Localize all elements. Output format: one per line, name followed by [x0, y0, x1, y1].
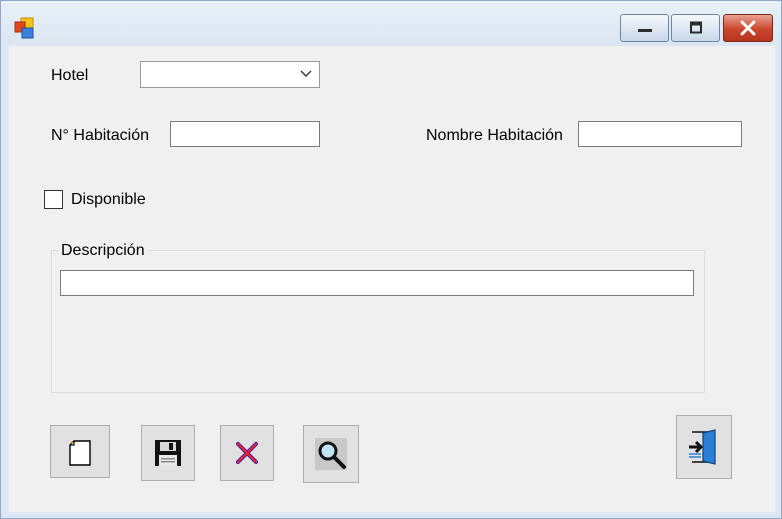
main-window: Hotel N° Habitación Nombre Habitación Di…	[0, 0, 782, 519]
available-checkbox[interactable]	[44, 190, 63, 209]
windows-forms-app-icon	[14, 17, 34, 39]
maximize-button[interactable]	[671, 14, 720, 42]
room-name-input[interactable]	[578, 121, 742, 147]
minimize-button[interactable]	[620, 14, 669, 42]
magnifier-icon	[315, 438, 347, 470]
delete-button[interactable]	[220, 425, 274, 481]
hotel-select[interactable]	[140, 61, 320, 88]
form-client-area: Hotel N° Habitación Nombre Habitación Di…	[9, 46, 775, 512]
close-icon	[740, 20, 756, 36]
description-input[interactable]	[60, 270, 694, 296]
new-document-icon	[69, 439, 91, 466]
hotel-label: Hotel	[51, 67, 89, 84]
exit-door-icon	[689, 429, 716, 465]
save-button[interactable]	[141, 425, 195, 481]
room-name-label: Nombre Habitación	[426, 127, 563, 144]
red-x-icon	[236, 442, 258, 464]
close-button[interactable]	[723, 14, 773, 42]
room-number-input[interactable]	[170, 121, 320, 147]
room-number-label: N° Habitación	[51, 127, 149, 144]
minimize-icon	[637, 29, 652, 32]
description-group-label: Descripción	[59, 242, 147, 260]
floppy-disk-icon	[155, 440, 181, 466]
exit-button[interactable]	[676, 415, 732, 479]
chevron-down-icon	[300, 70, 312, 77]
available-label[interactable]: Disponible	[71, 191, 146, 209]
search-button[interactable]	[303, 425, 359, 483]
title-bar[interactable]	[1, 1, 781, 45]
new-button[interactable]	[50, 425, 110, 478]
maximize-icon	[689, 21, 702, 34]
